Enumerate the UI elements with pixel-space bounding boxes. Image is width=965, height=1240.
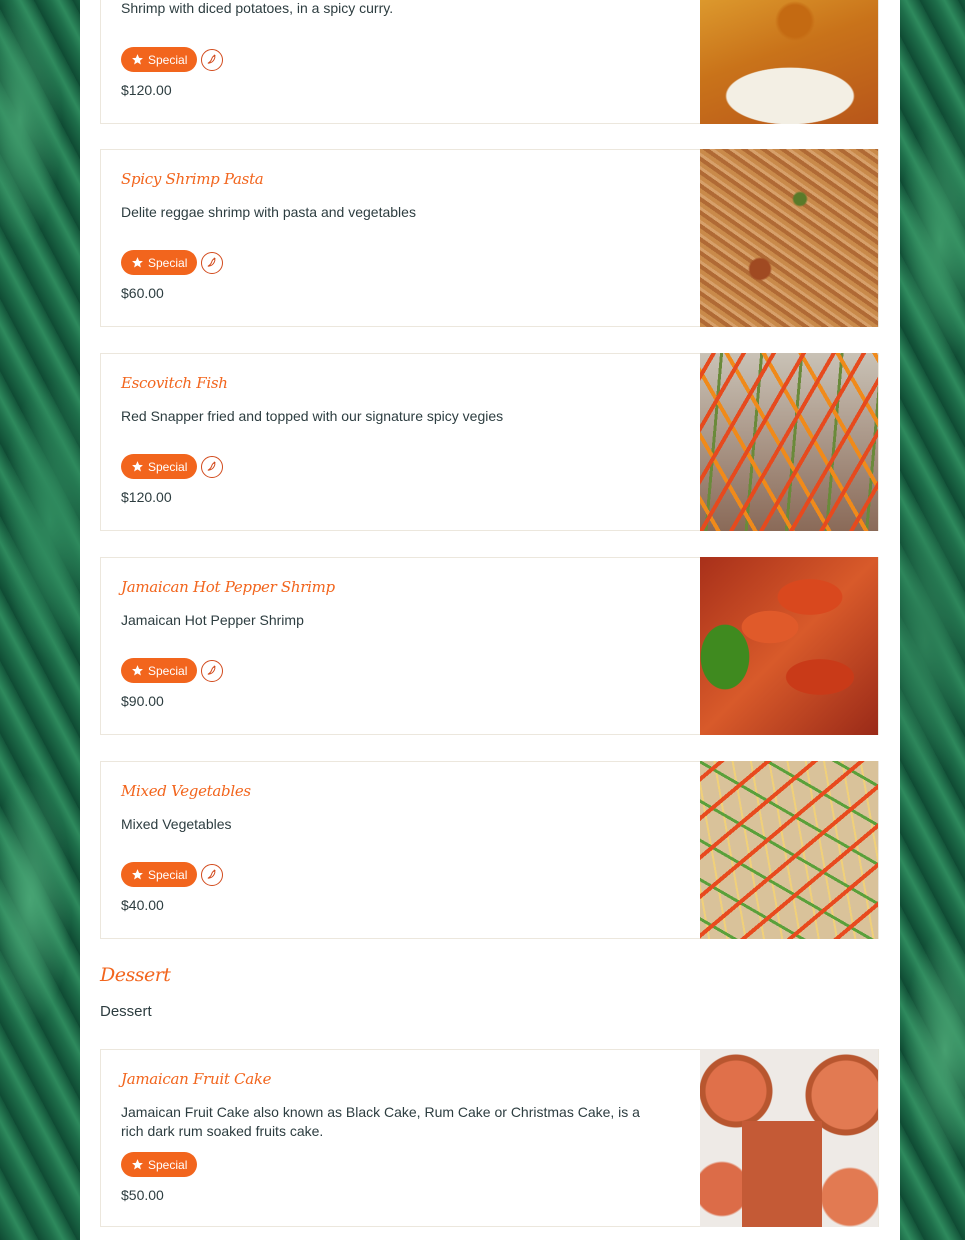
- menu-item-badges: Special: [121, 454, 224, 479]
- menu-item-card[interactable]: Jamaican Fruit Cake Jamaican Fruit Cake …: [100, 1049, 879, 1227]
- curry-shrimp-photo: [700, 0, 878, 124]
- menu-item-card[interactable]: Spicy Shrimp Pasta Delite reggae shrimp …: [100, 149, 879, 327]
- menu-item-card[interactable]: Jamaican Hot Pepper Shrimp Jamaican Hot …: [100, 557, 879, 735]
- special-badge: Special: [121, 658, 198, 683]
- menu-item-name: Spicy Shrimp Pasta: [121, 170, 264, 188]
- star-icon: [132, 665, 143, 676]
- menu-item-price: $40.00: [121, 897, 164, 913]
- chili-pepper-icon: [201, 48, 224, 71]
- special-badge: Special: [121, 1152, 198, 1177]
- menu-panel: Shrimp with diced potatoes, in a spicy c…: [80, 0, 900, 1240]
- chili-pepper-icon: [201, 863, 224, 886]
- special-badge: Special: [121, 250, 198, 275]
- fruit-cake-photo: [700, 1049, 878, 1227]
- menu-item-description: Red Snapper fried and topped with our si…: [121, 408, 504, 424]
- menu-item-description: Jamaican Hot Pepper Shrimp: [121, 612, 304, 628]
- star-icon: [132, 54, 143, 65]
- star-icon: [132, 461, 143, 472]
- star-icon: [132, 1159, 143, 1170]
- special-badge: Special: [121, 862, 198, 887]
- menu-item-name: Mixed Vegetables: [121, 782, 251, 800]
- section-description: Dessert: [100, 1003, 152, 1020]
- menu-item-description: Jamaican Fruit Cake also known as Black …: [121, 1104, 640, 1139]
- menu-item-badges: Special: [121, 47, 224, 72]
- special-badge-label: Special: [148, 867, 188, 882]
- mixed-vegetables-photo: [700, 761, 878, 939]
- shrimp-pasta-photo: [700, 149, 878, 327]
- menu-item-price: $120.00: [121, 489, 172, 505]
- special-badge-label: Special: [148, 255, 188, 270]
- menu-item-name: Escovitch Fish: [121, 374, 228, 392]
- menu-item-badges: Special: [121, 862, 224, 887]
- chili-pepper-icon: [201, 455, 224, 478]
- special-badge-label: Special: [148, 1157, 188, 1172]
- escovitch-fish-photo: [700, 353, 878, 531]
- menu-item-price: $120.00: [121, 82, 172, 98]
- menu-item-description: Delite reggae shrimp with pasta and vege…: [121, 204, 416, 220]
- special-badge: Special: [121, 454, 198, 479]
- special-badge-label: Special: [148, 663, 188, 678]
- menu-item-description: Mixed Vegetables: [121, 816, 232, 832]
- menu-item-name: Jamaican Fruit Cake: [121, 1070, 272, 1088]
- menu-item-badges: Special: [121, 658, 224, 683]
- menu-item-description: Shrimp with diced potatoes, in a spicy c…: [121, 0, 394, 16]
- star-icon: [132, 869, 143, 880]
- menu-item-card[interactable]: Mixed Vegetables Mixed Vegetables Specia…: [100, 761, 879, 939]
- special-badge-label: Special: [148, 459, 188, 474]
- menu-item-price: $60.00: [121, 285, 164, 301]
- menu-item-card[interactable]: Shrimp with diced potatoes, in a spicy c…: [100, 0, 879, 124]
- star-icon: [132, 257, 143, 268]
- hot-pepper-shrimp-photo: [700, 557, 878, 735]
- special-badge-label: Special: [148, 52, 188, 67]
- menu-item-badges: Special: [121, 1152, 198, 1177]
- menu-item-card[interactable]: Escovitch Fish Red Snapper fried and top…: [100, 353, 879, 531]
- menu-item-name: Jamaican Hot Pepper Shrimp: [121, 578, 335, 596]
- special-badge: Special: [121, 47, 198, 72]
- menu-item-badges: Special: [121, 250, 224, 275]
- menu-item-price: $90.00: [121, 693, 164, 709]
- chili-pepper-icon: [201, 659, 224, 682]
- chili-pepper-icon: [201, 251, 224, 274]
- section-title: Dessert: [100, 964, 171, 986]
- menu-item-price: $50.00: [121, 1187, 164, 1203]
